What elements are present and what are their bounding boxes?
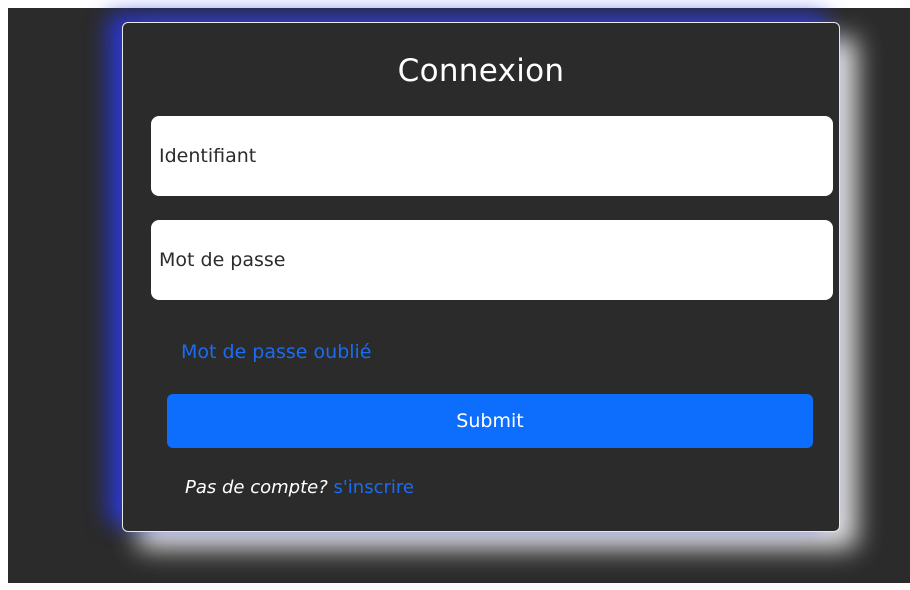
page-background: Connexion Mot de passe oublié Submit Pas…	[8, 8, 910, 583]
password-input[interactable]	[151, 220, 833, 300]
no-account-text: Pas de compte?	[185, 477, 334, 498]
login-title: Connexion	[397, 53, 565, 89]
forgot-password-link[interactable]: Mot de passe oublié	[181, 341, 372, 363]
username-input[interactable]	[151, 116, 833, 196]
login-card: Connexion Mot de passe oublié Submit Pas…	[122, 22, 840, 532]
submit-button[interactable]: Submit	[167, 394, 813, 448]
signup-row: Pas de compte? s'inscrire	[185, 477, 414, 498]
signup-link[interactable]: s'inscrire	[333, 477, 414, 498]
